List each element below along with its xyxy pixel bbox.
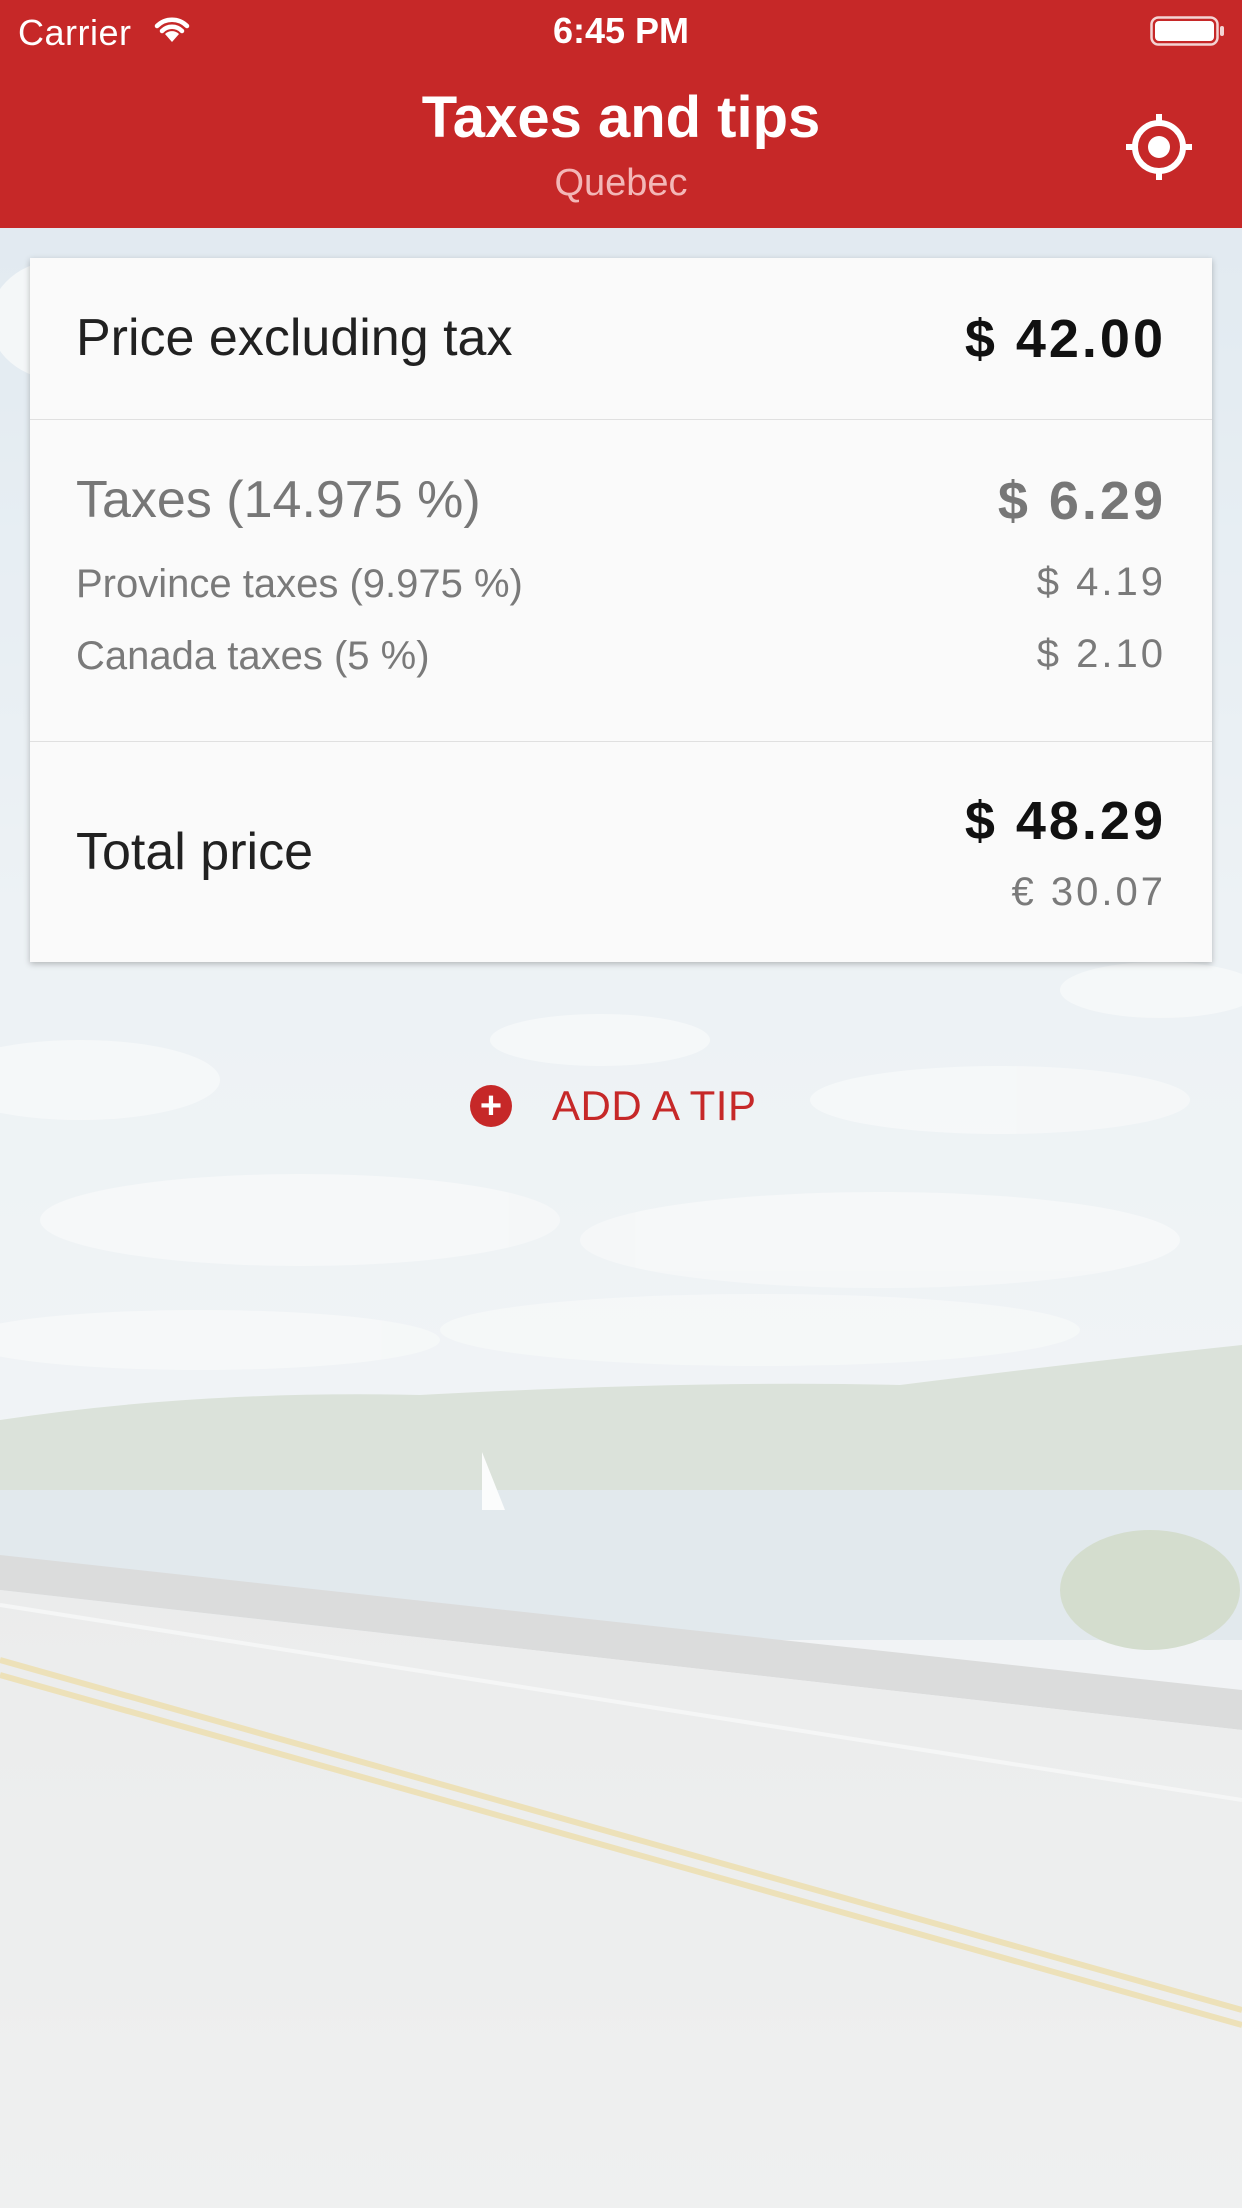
region-subtitle: Quebec [554, 162, 688, 204]
total-price-label: Total price [76, 823, 313, 881]
taxes-total-label: Taxes (14.975 %) [76, 471, 481, 529]
total-row: Total price $ 48.29 € 30.07 [30, 742, 1212, 962]
app-screen: Carrier 6:45 PM Taxes and tips Quebec Pr… [0, 0, 1242, 2208]
status-time: 6:45 PM [552, 10, 690, 51]
tax-summary-card: Price excluding tax $ 42.00 Taxes (14.97… [30, 258, 1212, 962]
total-price-value: $ 48.29 [964, 791, 1166, 851]
total-price-converted: € 30.07 [1011, 870, 1166, 914]
add-tip-label: ADD A TIP [552, 1082, 757, 1129]
page-title: Taxes and tips [421, 85, 821, 150]
price-label: Price excluding tax [76, 309, 513, 367]
status-bar: Carrier 6:45 PM [0, 0, 1242, 62]
province-taxes-label: Province taxes (9.975 %) [76, 562, 523, 606]
plus-circle-icon: + [470, 1085, 512, 1127]
battery-icon [1150, 16, 1224, 46]
province-taxes-value: $ 4.19 [1036, 560, 1166, 604]
price-value: $ 42.00 [964, 309, 1166, 369]
locate-button[interactable] [1124, 112, 1194, 182]
locate-icon [1126, 114, 1192, 180]
taxes-row: Taxes (14.975 %) $ 6.29 Province taxes (… [30, 420, 1212, 742]
canada-taxes-label: Canada taxes (5 %) [76, 634, 430, 678]
canada-taxes-value: $ 2.10 [1036, 632, 1166, 676]
price-row[interactable]: Price excluding tax $ 42.00 [30, 258, 1212, 420]
add-tip-button[interactable]: + ADD A TIP [470, 1078, 756, 1134]
app-header: Carrier 6:45 PM Taxes and tips Quebec [0, 0, 1242, 228]
taxes-total-value: $ 6.29 [997, 471, 1166, 531]
